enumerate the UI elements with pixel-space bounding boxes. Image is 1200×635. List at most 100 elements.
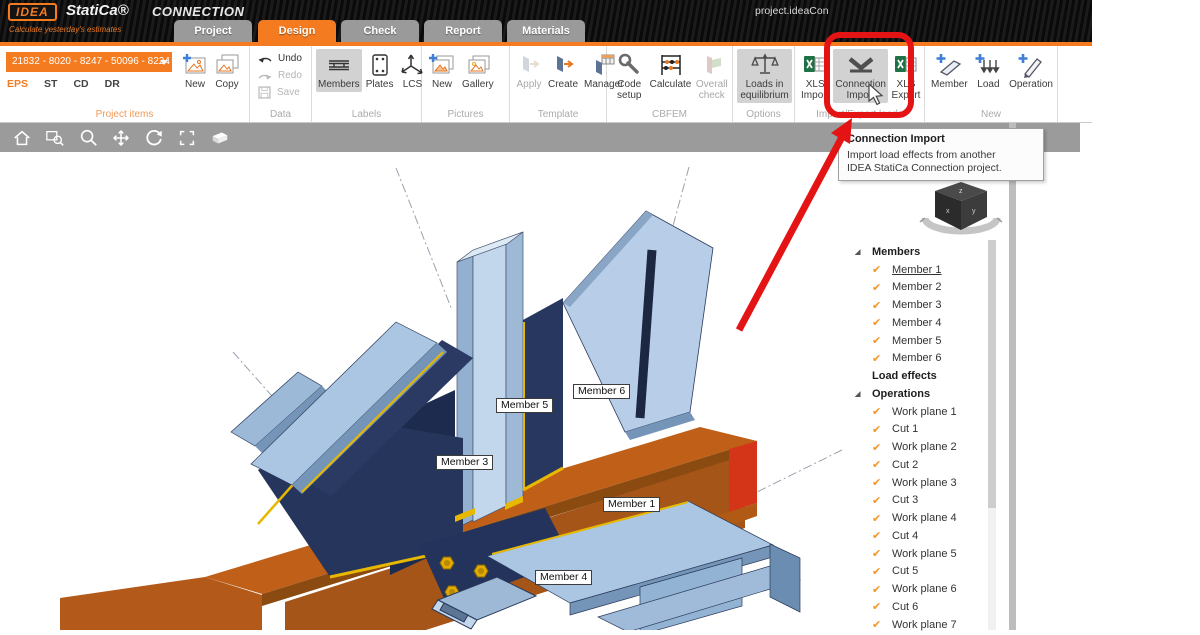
code-setup-label: Code setup xyxy=(613,79,646,101)
tree-item-member-3[interactable]: Member 3 xyxy=(855,296,987,314)
labels-plates-button[interactable]: Plates xyxy=(364,49,396,92)
tree-item-cut-6[interactable]: Cut 6 xyxy=(855,598,987,616)
tree-item-cut-3[interactable]: Cut 3 xyxy=(855,492,987,510)
check-icon xyxy=(872,618,892,631)
expander-icon[interactable] xyxy=(855,390,872,398)
member-6-geometry xyxy=(563,211,713,440)
tree-item-cut-5[interactable]: Cut 5 xyxy=(855,563,987,581)
expander-icon[interactable] xyxy=(855,248,872,256)
tree-item-work-plane-2[interactable]: Work plane 2 xyxy=(855,438,987,456)
code-setup-button[interactable]: Code setup xyxy=(611,49,648,103)
ribbon-group-import-export: XLS Import Connection Import XLS Export … xyxy=(795,46,925,122)
check-icon xyxy=(872,334,892,347)
check-icon xyxy=(872,405,892,418)
tab-check[interactable]: Check xyxy=(341,20,419,42)
tree-item-work-plane-4[interactable]: Work plane 4 xyxy=(855,509,987,527)
wrench-icon xyxy=(616,51,642,79)
tooltip-body-line1: Import load effects from another xyxy=(847,149,1035,162)
pan-icon[interactable] xyxy=(109,127,133,149)
svg-text:x: x xyxy=(946,208,950,215)
home-view-icon[interactable] xyxy=(10,127,34,149)
tree-item-work-plane-7[interactable]: Work plane 7 xyxy=(855,616,987,634)
zoom-window-icon[interactable] xyxy=(43,127,67,149)
tree-members-header[interactable]: Members xyxy=(855,243,987,261)
tree-item-cut-2[interactable]: Cut 2 xyxy=(855,456,987,474)
tree-item-work-plane-6[interactable]: Work plane 6 xyxy=(855,580,987,598)
member-5-label: Member 5 xyxy=(496,398,553,413)
template-apply-button[interactable]: Apply xyxy=(514,49,544,92)
tab-project[interactable]: Project xyxy=(174,20,252,42)
tree-item-cut-4[interactable]: Cut 4 xyxy=(855,527,987,545)
mode-cd[interactable]: CD xyxy=(73,78,88,90)
pictures-gallery-button[interactable]: Gallery xyxy=(460,49,496,92)
new-load-label: Load xyxy=(977,79,999,90)
check-icon xyxy=(872,299,892,312)
product-name: CONNECTION xyxy=(152,4,244,19)
scales-icon xyxy=(751,51,779,79)
tree-item-member-4[interactable]: Member 4 xyxy=(855,314,987,332)
new-project-item-button[interactable]: New xyxy=(180,49,210,92)
pictures-new-button[interactable]: New xyxy=(426,49,458,92)
xls-import-icon xyxy=(802,51,828,79)
undo-button[interactable]: Undo xyxy=(257,50,311,67)
tab-report[interactable]: Report xyxy=(424,20,502,42)
connection-import-tooltip: Connection Import Import load effects fr… xyxy=(838,128,1044,181)
check-icon xyxy=(872,263,892,276)
rotate-icon[interactable] xyxy=(142,127,166,149)
mode-dr[interactable]: DR xyxy=(105,78,120,90)
idea-logo: IDEA xyxy=(8,3,57,21)
check-icon xyxy=(872,583,892,596)
tree-item-member-2[interactable]: Member 2 xyxy=(855,279,987,297)
connection-import-icon xyxy=(846,51,876,79)
check-icon xyxy=(872,441,892,454)
tree-item-member-1[interactable]: Member 1 xyxy=(855,261,987,279)
calculate-button[interactable]: Calculate xyxy=(650,49,692,92)
tree-load-effects-header[interactable]: Load effects xyxy=(855,367,987,385)
save-button[interactable]: Save xyxy=(257,84,311,101)
check-icon xyxy=(872,316,892,329)
new-load-button[interactable]: Load xyxy=(972,49,1005,92)
tree-item-cut-1[interactable]: Cut 1 xyxy=(855,421,987,439)
xls-import-button[interactable]: XLS Import xyxy=(799,49,831,103)
check-icon xyxy=(872,423,892,436)
new-member-button[interactable]: Member xyxy=(929,49,970,92)
ribbon-group-cbfem: Code setup Calculate Overall check CBFEM xyxy=(607,46,733,122)
member-1-label: Member 1 xyxy=(603,497,660,512)
mode-eps[interactable]: EPS xyxy=(7,78,28,90)
new-operation-label: Operation xyxy=(1009,79,1053,90)
tab-design[interactable]: Design xyxy=(258,20,336,42)
tree-item-work-plane-3[interactable]: Work plane 3 xyxy=(855,474,987,492)
new-operation-button[interactable]: Operation xyxy=(1007,49,1055,92)
statica-logo-text: StatiCa® xyxy=(66,2,129,19)
copy-project-item-button[interactable]: Copy xyxy=(212,49,242,92)
group-label-labels: Labels xyxy=(312,109,421,120)
labels-members-button[interactable]: Members xyxy=(316,49,362,92)
loads-in-equilibrium-toggle[interactable]: Loads in equilibrium xyxy=(737,49,792,103)
xls-export-button[interactable]: XLS Export xyxy=(890,49,922,103)
connection-import-button[interactable]: Connection Import xyxy=(833,49,888,103)
ribbon: 21832 - 8020 - 8247 - 50096 - 8224 - 8 E… xyxy=(0,46,1092,123)
overall-check-button[interactable]: Overall check xyxy=(694,49,731,103)
tree-scrollbar[interactable] xyxy=(988,240,996,630)
create-template-icon xyxy=(550,51,576,79)
tree-item-member-6[interactable]: Member 6 xyxy=(855,350,987,368)
ribbon-group-project-items: 21832 - 8020 - 8247 - 50096 - 8224 - 8 E… xyxy=(0,46,250,122)
tree-item-member-5[interactable]: Member 5 xyxy=(855,332,987,350)
template-create-button[interactable]: Create xyxy=(546,49,580,92)
gallery-icon xyxy=(464,51,492,79)
project-tree: Members Member 1 Member 2 Member 3 Membe… xyxy=(855,243,987,634)
project-item-selector[interactable]: 21832 - 8020 - 8247 - 50096 - 8224 - 8 xyxy=(6,52,172,72)
mode-st[interactable]: ST xyxy=(44,78,57,90)
zoom-fit-icon[interactable] xyxy=(175,127,199,149)
tab-materials[interactable]: Materials xyxy=(507,20,585,42)
scrollbar-thumb[interactable] xyxy=(988,240,996,508)
tree-item-work-plane-5[interactable]: Work plane 5 xyxy=(855,545,987,563)
check-icon xyxy=(872,494,892,507)
tree-operations-header[interactable]: Operations xyxy=(855,385,987,403)
tree-item-work-plane-1[interactable]: Work plane 1 xyxy=(855,403,987,421)
redo-button[interactable]: Redo xyxy=(257,67,311,84)
copy-label: Copy xyxy=(215,79,238,90)
zoom-icon[interactable] xyxy=(76,127,100,149)
pictures-new-label: New xyxy=(432,79,452,90)
solid-view-icon[interactable] xyxy=(208,127,232,149)
